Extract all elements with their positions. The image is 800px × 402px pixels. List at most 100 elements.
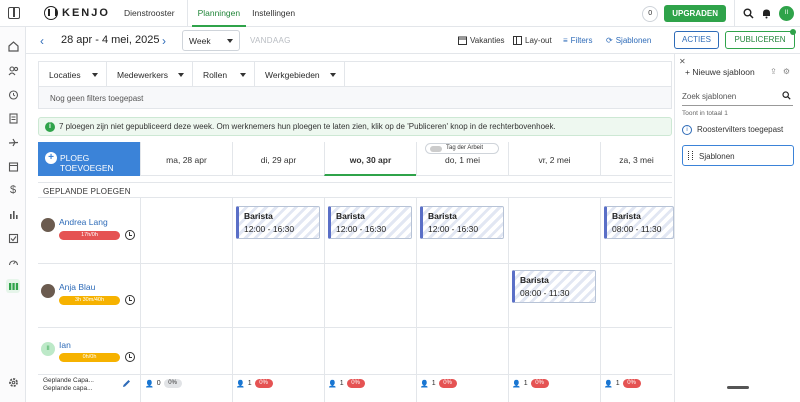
shift-card[interactable]: Barista 12:00 - 16:30: [328, 206, 412, 239]
employee-name[interactable]: Andrea Lang: [59, 217, 108, 227]
alarm-clock-icon[interactable]: [125, 230, 135, 240]
people-icon[interactable]: [6, 63, 20, 77]
filter-medewerkers[interactable]: Medewerkers: [107, 62, 193, 87]
capacity-stat: 👤 1 0%: [512, 379, 549, 388]
add-shift-button[interactable]: + PLOEG TOEVOEGEN: [38, 142, 140, 176]
employee-name[interactable]: Ian: [59, 340, 71, 350]
pct-badge: 0%: [530, 379, 549, 388]
pct-badge: 0%: [254, 379, 273, 388]
shift-time: 08:00 - 11:30: [520, 288, 570, 298]
divider: [600, 198, 601, 402]
alarm-clock-icon[interactable]: [6, 87, 20, 101]
layout-label: Lay-out: [525, 36, 552, 45]
tab-planningen[interactable]: Planningen: [191, 0, 247, 27]
holidays-button[interactable]: Vakanties: [458, 36, 505, 45]
drag-handle-icon[interactable]: [688, 151, 693, 160]
shift-planning-icon[interactable]: [6, 279, 20, 293]
filter-rollen[interactable]: Rollen: [193, 62, 255, 87]
notice-text: Roostervilters toegepast: [697, 125, 784, 134]
logo-text: KENJO: [62, 7, 110, 19]
tab-dienstrooster[interactable]: Dienstrooster: [118, 0, 188, 27]
panel-actions: ⇪ ⚙: [770, 67, 790, 76]
section-title: GEPLANDE PLOEGEN: [38, 182, 672, 198]
template-item[interactable]: Sjablonen: [682, 145, 794, 166]
divider: [734, 0, 735, 27]
filter-icon: ≡: [563, 36, 568, 45]
avatar[interactable]: [41, 218, 55, 232]
user-avatar[interactable]: II: [779, 6, 794, 21]
schedule-toolbar: ‹ 28 apr - 4 mei, 2025 › Week VANDAAG Va…: [26, 27, 674, 54]
sync-icon: ⟳: [606, 36, 613, 45]
day-header: vr, 2 mei: [508, 142, 600, 176]
filter-label: Werkgebieden: [265, 70, 320, 80]
new-template-label: Nieuwe sjabloon: [692, 67, 755, 77]
template-search[interactable]: Zoek sjablonen: [682, 90, 793, 106]
avatar[interactable]: II: [41, 342, 55, 356]
filter-werkgebieden[interactable]: Werkgebieden: [255, 62, 345, 87]
collapse-sidebar-icon[interactable]: [8, 7, 20, 19]
calendar-icon: [458, 36, 467, 45]
person-icon: 👤: [604, 380, 613, 388]
export-icon[interactable]: ⇪: [770, 67, 777, 76]
tab-instellingen[interactable]: Instellingen: [246, 0, 301, 27]
shift-card[interactable]: Barista 12:00 - 16:30: [420, 206, 504, 239]
filter-locaties[interactable]: Locaties: [39, 62, 107, 87]
upgrade-button[interactable]: UPGRADEN: [664, 5, 726, 22]
shift-role: Barista: [520, 275, 549, 285]
plane-icon[interactable]: [6, 135, 20, 149]
today-button[interactable]: VANDAAG: [250, 36, 291, 45]
next-week-button[interactable]: ›: [162, 34, 166, 48]
filter-row: Locaties Medewerkers Rollen Werkgebieden: [39, 62, 671, 87]
avatar[interactable]: [41, 284, 55, 298]
dollar-icon[interactable]: $: [6, 183, 20, 197]
shift-card[interactable]: Barista 08:00 - 11:30: [512, 270, 596, 303]
templates-button[interactable]: ⟳ Sjablonen: [606, 36, 651, 45]
shift-time: 12:00 - 16:30: [428, 224, 479, 234]
publish-label: PUBLICEREN: [734, 35, 786, 44]
notification-count[interactable]: 0: [642, 5, 659, 22]
capacity-stat: 👤 1 0%: [328, 379, 365, 388]
gear-icon[interactable]: ⚙: [783, 67, 790, 76]
publish-actions: ACTIES PUBLICEREN: [674, 27, 800, 54]
home-icon[interactable]: [6, 39, 20, 53]
previous-week-button[interactable]: ‹: [40, 34, 44, 48]
template-name: Sjablonen: [699, 152, 735, 161]
shift-time: 08:00 - 11:30: [612, 224, 662, 234]
shift-card[interactable]: Barista 08:00 - 11:30: [604, 206, 674, 239]
layout-button[interactable]: Lay-out: [513, 36, 552, 45]
capacity-stat: 👤 0 0%: [145, 379, 182, 388]
publish-button[interactable]: PUBLICEREN: [725, 29, 796, 49]
shift-role: Barista: [428, 211, 457, 221]
templates-panel: ✕ + Nieuwe sjabloon ⇪ ⚙ Zoek sjablonen T…: [674, 54, 800, 402]
pencil-icon[interactable]: [122, 379, 131, 390]
toggle-icon: [430, 146, 442, 152]
employee-name[interactable]: Anja Blau: [59, 282, 95, 292]
close-icon[interactable]: ✕: [679, 57, 686, 66]
shift-role: Barista: [612, 211, 641, 221]
calendar-icon[interactable]: [6, 159, 20, 173]
new-template-button[interactable]: + Nieuwe sjabloon: [685, 67, 755, 77]
bell-icon[interactable]: [759, 7, 773, 21]
filter-label: Medewerkers: [117, 70, 169, 80]
divider: [232, 198, 233, 402]
divider: [416, 198, 417, 402]
checklist-icon[interactable]: [6, 231, 20, 245]
resize-handle[interactable]: [727, 386, 749, 389]
filter-label: Locaties: [49, 70, 81, 80]
holiday-tag[interactable]: Tag der Arbeit: [425, 143, 499, 154]
view-select[interactable]: Week: [182, 30, 240, 51]
shift-card[interactable]: Barista 12:00 - 16:30: [236, 206, 320, 239]
document-icon[interactable]: [6, 111, 20, 125]
actions-button[interactable]: ACTIES: [674, 31, 719, 49]
hours-badge: 0h/0h: [59, 353, 120, 362]
search-input[interactable]: Zoek sjablonen: [682, 92, 736, 101]
bar-chart-icon[interactable]: [6, 207, 20, 221]
filters-button[interactable]: ≡ Filters: [563, 36, 592, 45]
gauge-icon[interactable]: [6, 255, 20, 269]
logo[interactable]: KENJO: [44, 6, 110, 20]
alarm-clock-icon[interactable]: [125, 352, 135, 362]
search-icon[interactable]: [741, 7, 755, 21]
settings-gear-icon[interactable]: [6, 375, 20, 389]
alarm-clock-icon[interactable]: [125, 295, 135, 305]
filters-label: Filters: [570, 36, 593, 45]
